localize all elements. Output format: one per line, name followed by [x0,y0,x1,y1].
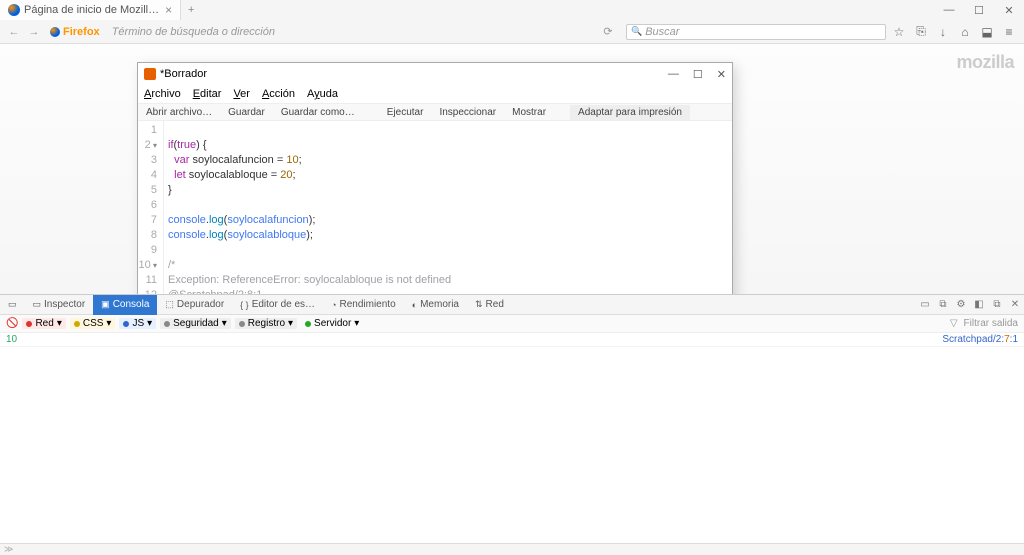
forward-button[interactable]: → [26,26,42,38]
sidebar-icon[interactable]: ⬓ [978,25,996,39]
filter-input[interactable]: Filtrar salida [964,318,1018,329]
scratchpad-toolbar: Abrir archivo… Guardar Guardar como… Eje… [138,103,732,121]
tab-performance[interactable]: ◔Rendimiento [323,295,404,315]
tb-saveas[interactable]: Guardar como… [273,107,363,118]
devtools-settings-icon[interactable]: ⚙ [952,299,970,310]
firefox-favicon-icon [8,4,20,16]
editor-code[interactable]: if(true) { var soylocalafuncion = 10; le… [164,121,732,320]
new-tab-button[interactable]: + [181,4,201,16]
scratchpad-app-icon [144,68,156,80]
devtools-popout-icon[interactable]: ⧉ [988,299,1006,310]
home-icon[interactable]: ⌂ [956,25,974,39]
devtools-dock-icon[interactable]: ◧ [970,299,988,310]
filter-server[interactable]: Servidor ▾ [301,318,363,329]
console-prompt[interactable]: ≫ [0,543,1024,555]
window-close-button[interactable]: ✕ [994,4,1024,17]
tb-pretty[interactable]: Adaptar para impresión [570,105,690,120]
tb-run[interactable]: Ejecutar [379,107,432,118]
filter-logging[interactable]: Registro ▾ [235,318,297,329]
back-button[interactable]: ← [6,26,22,38]
filter-funnel-icon: ▽ [950,318,958,329]
url-bar: ← → Firefox Término de búsqueda o direcc… [0,20,1024,44]
devtools-close-icon[interactable]: ✕ [1006,299,1024,310]
tab-network[interactable]: ⇅Red [467,295,512,315]
devtools-toggle-frames[interactable]: ▭ [0,295,25,315]
browser-titlebar: Página de inicio de Mozill… × + — ☐ ✕ [0,0,1024,20]
identity-box[interactable]: Firefox [50,26,100,38]
menu-icon[interactable]: ≡ [1000,25,1018,39]
tab-inspector[interactable]: ▭Inspector [25,295,94,315]
downloads-icon[interactable]: ↓ [934,25,952,39]
scratchpad-maximize-button[interactable]: ☐ [693,68,703,81]
editor-gutter: 12345678910111213 [138,121,164,320]
log-value: 10 [6,334,17,345]
url-input[interactable]: Término de búsqueda o dirección [108,26,596,38]
devtools-split-icon[interactable]: ▭ [916,299,934,310]
devtools-tabs: ▭ ▭Inspector ▣Consola ⬚Depurador { }Edit… [0,295,1024,315]
console-log-row[interactable]: 10 Scratchpad/2:7:1 [0,333,1024,347]
menu-ayuda[interactable]: Ayuda [307,88,338,100]
menu-editar[interactable]: Editar [193,88,222,100]
tab-memory[interactable]: ◐Memoria [404,295,467,315]
tb-open[interactable]: Abrir archivo… [138,107,220,118]
reload-button[interactable]: ⟳ [600,25,616,38]
scratchpad-menubar: Archivo Editar Ver Acción Ayuda [138,85,732,103]
tb-save[interactable]: Guardar [220,107,273,118]
scratchpad-editor[interactable]: 12345678910111213 if(true) { var soyloca… [138,121,732,320]
console-output: 10 Scratchpad/2:7:1 [0,333,1024,555]
menu-accion[interactable]: Acción [262,88,295,100]
filter-net[interactable]: Red ▾ [22,318,65,329]
menu-ver[interactable]: Ver [233,88,250,100]
mozilla-wordmark: mozilla [956,52,1014,73]
devtools-panel: ▭ ▭Inspector ▣Consola ⬚Depurador { }Edit… [0,294,1024,555]
menu-archivo[interactable]: Archivo [144,88,181,100]
tab-style-editor[interactable]: { }Editor de es… [232,295,323,315]
tb-inspect[interactable]: Inspeccionar [431,107,504,118]
filter-js[interactable]: JS ▾ [119,318,156,329]
scratchpad-title: *Borrador [160,68,207,80]
tab-debugger[interactable]: ⬚Depurador [157,295,232,315]
tab-close-icon[interactable]: × [165,3,172,17]
firefox-icon [50,27,60,37]
pocket-icon[interactable]: ⎘ [912,24,930,39]
devtools-responsive-icon[interactable]: ⧉ [934,299,952,310]
window-maximize-button[interactable]: ☐ [964,4,994,17]
console-filterbar: 🚫 Red ▾ CSS ▾ JS ▾ Seguridad ▾ Registro … [0,315,1024,333]
tb-display[interactable]: Mostrar [504,107,554,118]
browser-tab[interactable]: Página de inicio de Mozill… × [0,0,181,20]
tab-title: Página de inicio de Mozill… [24,4,159,16]
bookmark-star-icon[interactable]: ☆ [890,25,908,39]
window-minimize-button[interactable]: — [934,4,964,17]
console-clear-icon[interactable]: 🚫 [6,318,18,329]
filter-css[interactable]: CSS ▾ [70,318,116,329]
scratchpad-titlebar[interactable]: *Borrador — ☐ ✕ [138,63,732,85]
search-input[interactable]: Buscar [626,24,886,40]
scratchpad-close-button[interactable]: ✕ [717,68,726,81]
scratchpad-minimize-button[interactable]: — [668,68,679,81]
log-source[interactable]: Scratchpad/2:7:1 [942,334,1018,345]
filter-security[interactable]: Seguridad ▾ [160,318,231,329]
tab-console[interactable]: ▣Consola [93,295,157,315]
